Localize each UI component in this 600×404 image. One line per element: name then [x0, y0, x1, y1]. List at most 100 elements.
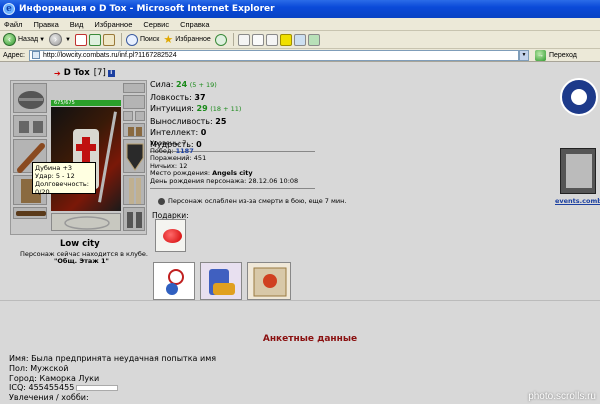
stop-icon[interactable]	[74, 33, 87, 46]
chevron-down-icon: ▼	[39, 36, 46, 43]
info-icon[interactable]: i	[107, 69, 115, 77]
weakened-notice: Персонаж ослаблен из-за смерти в бою, ещ…	[158, 197, 346, 205]
profile-name: Имя: Была предпринята неудачная попытка …	[9, 354, 217, 363]
emblem-icon	[64, 216, 110, 230]
info-birthday: День рождения персонажа: 28.12.06 10:08	[150, 176, 299, 185]
gift-item-2[interactable]	[200, 262, 242, 300]
watermark: photo.scrolls.ru	[528, 391, 596, 402]
stat-strength: Сила: 24 (5 + 19)	[150, 80, 217, 89]
edit-icon[interactable]	[265, 33, 278, 46]
toolbar: ‹ Назад ▼ › ▼ Поиск ★ Избранное	[0, 31, 600, 49]
helmet-icon	[18, 91, 44, 109]
home-icon[interactable]	[102, 33, 115, 46]
character-level: [7]	[93, 68, 106, 78]
red-ball-icon	[163, 229, 182, 243]
private-message-arrow-icon[interactable]: ➔	[54, 69, 61, 78]
events-emblem[interactable]	[560, 148, 596, 194]
anketa-heading: Анкетные данные	[262, 334, 358, 344]
menu-bar: Файл Правка Вид Избранное Сервис Справка	[0, 18, 600, 31]
ring-slot-2[interactable]	[135, 111, 145, 121]
profile-city: Город: Каморка Луки	[9, 373, 100, 383]
ie-logo-icon: e	[3, 3, 15, 15]
address-input[interactable]: http://lowcity.combats.ru/inf.pl?1167282…	[28, 49, 519, 61]
go-arrow-icon[interactable]: →	[534, 49, 546, 61]
clan-emblem-icon	[560, 78, 598, 116]
tools-icon[interactable]	[307, 33, 320, 46]
stat-intuition: Интуиция: 29 (18 + 11)	[150, 104, 242, 113]
gift-item-1[interactable]	[153, 262, 195, 300]
print-icon[interactable]	[251, 33, 264, 46]
favorites-button[interactable]: ★ Избранное	[163, 33, 210, 46]
section-divider	[0, 300, 600, 301]
messenger-icon[interactable]	[279, 33, 292, 46]
gloves-icon	[128, 127, 142, 136]
pants-slot[interactable]	[123, 175, 145, 205]
page-icon	[31, 51, 40, 59]
menu-file[interactable]: Файл	[4, 20, 22, 29]
shield-icon	[126, 143, 144, 171]
belt-slot[interactable]	[13, 207, 47, 219]
forward-button[interactable]: › ▼	[49, 33, 71, 46]
shield-icon	[566, 154, 592, 188]
gift-vase-icon	[209, 269, 235, 295]
item-tooltip: Дубина +3 Удар: 5 - 12 Долговечность: 0/…	[32, 162, 96, 196]
chevron-down-icon: ▼	[65, 36, 71, 43]
bracer-slot[interactable]	[13, 115, 47, 137]
page-content: ➔ D Tox [7] i 675/675 Дубина +3 Удар: 5 …	[0, 62, 600, 404]
stat-agility: Ловкость: 37	[150, 92, 206, 102]
helmet-slot[interactable]	[13, 83, 47, 113]
address-label: Адрес:	[3, 51, 25, 59]
amulet-slot[interactable]	[123, 95, 145, 109]
bracer-icon	[19, 121, 43, 133]
mail-icon[interactable]	[237, 33, 250, 46]
stat-endurance: Выносливость: 25	[150, 116, 227, 126]
city-name: Low city	[60, 239, 100, 249]
discuss-icon[interactable]	[293, 33, 306, 46]
location-room: "Общ. Этаж 1"	[54, 257, 109, 265]
emblem-slot	[51, 213, 121, 231]
pants-icon	[129, 178, 141, 204]
clan-logo[interactable]	[556, 72, 600, 126]
stat-intellect: Интеллект: 0	[150, 128, 207, 137]
hp-bar: 675/675	[51, 100, 121, 106]
gift-ornament-icon	[166, 269, 184, 295]
skull-icon	[158, 197, 165, 205]
icq-status-box	[76, 384, 119, 391]
character-name: D Tox	[63, 68, 90, 78]
character-header: ➔ D Tox [7] i	[54, 68, 115, 78]
profile-data: Имя: Была предпринята неудачная попытка …	[9, 354, 216, 403]
forward-arrow-icon: ›	[49, 33, 63, 46]
character-doll: 675/675	[10, 80, 147, 235]
history-icon[interactable]	[214, 33, 227, 46]
shield-slot[interactable]	[123, 139, 145, 173]
refresh-icon[interactable]	[88, 33, 101, 46]
search-button[interactable]: Поиск	[125, 33, 159, 46]
address-bar: Адрес: http://lowcity.combats.ru/inf.pl?…	[0, 49, 600, 62]
profile-icq: ICQ: 455455455	[9, 383, 216, 393]
gloves-slot[interactable]	[123, 123, 145, 137]
boots-icon	[127, 212, 142, 228]
chevron-down-icon[interactable]: ▼	[518, 49, 529, 61]
boots-slot[interactable]	[123, 207, 145, 231]
menu-edit[interactable]: Правка	[33, 20, 58, 29]
menu-view[interactable]: Вид	[70, 20, 84, 29]
profile-hobby: Увлечения / хобби:	[9, 393, 89, 403]
toolbar-divider	[232, 33, 234, 46]
toolbar-divider	[120, 33, 122, 46]
back-arrow-icon: ‹	[3, 33, 16, 46]
search-icon	[125, 33, 138, 46]
address-url: http://lowcity.combats.ru/inf.pl?1167282…	[42, 51, 177, 59]
star-icon: ★	[163, 34, 174, 46]
menu-favorites[interactable]: Избранное	[94, 20, 132, 29]
earring-slot[interactable]	[123, 83, 145, 93]
menu-tools[interactable]: Сервис	[143, 20, 169, 29]
gift-item-3[interactable]	[247, 262, 291, 300]
gift-red-nose[interactable]	[155, 219, 186, 252]
info-divider	[150, 188, 315, 189]
go-button[interactable]: Переход	[549, 52, 577, 59]
ring-slot-1[interactable]	[123, 111, 133, 121]
back-button[interactable]: ‹ Назад ▼	[3, 33, 45, 46]
menu-help[interactable]: Справка	[180, 20, 209, 29]
events-link[interactable]: events.combats	[555, 197, 600, 205]
character-info: Уровень: 7 Побед: 1187 Поражений: 451 Ни…	[150, 139, 299, 185]
